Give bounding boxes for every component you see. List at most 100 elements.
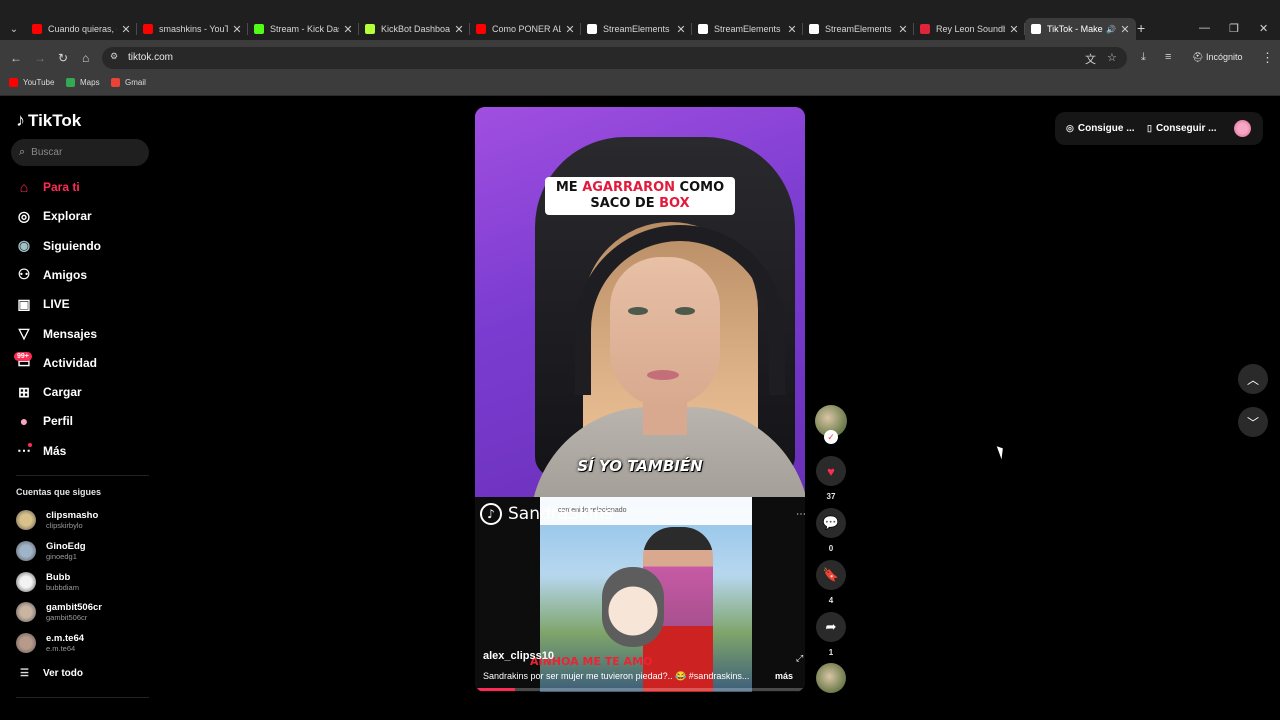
video-subject-face	[610, 257, 720, 407]
browser-tab[interactable]: Cuando quieras, o ✕	[26, 18, 137, 40]
sidebar-item-compass[interactable]: ◎ Explorar	[15, 205, 92, 227]
share-button[interactable]: ➦	[816, 612, 846, 642]
activity-badge: 99+	[14, 352, 32, 361]
following-section-title: Cuentas que sigues	[16, 487, 102, 497]
reload-icon[interactable]: ↻	[58, 51, 68, 65]
following-account[interactable]: Bubb bubbdiam	[16, 569, 79, 595]
browser-tab[interactable]: StreamElements - ✕	[581, 18, 692, 40]
download-icon[interactable]: ⤓	[1141, 51, 1146, 64]
forward-icon[interactable]: →	[34, 51, 46, 65]
description-more-link[interactable]: más	[775, 671, 793, 681]
video-player[interactable]: ME AGARRARON COMO SACO DE BOX SÍ YO TAMB…	[475, 107, 805, 692]
sidebar-item-messages[interactable]: ▽ Mensajes	[15, 323, 97, 345]
previous-video-button[interactable]: ︿	[1238, 364, 1268, 394]
browser-menu-icon[interactable]: ⋮	[1261, 50, 1274, 66]
kickbot-icon	[365, 24, 375, 34]
caption-part-4: SACO DE	[590, 196, 660, 211]
chevron-down-icon: ﹀	[1246, 415, 1259, 430]
save-count: 4	[828, 596, 834, 605]
tab-close-icon[interactable]: ✕	[1120, 23, 1130, 36]
sidebar-item-profile[interactable]: ● Perfil	[15, 410, 73, 432]
restore-icon[interactable]: ❐	[1229, 22, 1239, 35]
video-caption: ME AGARRARON COMO SACO DE BOX	[545, 177, 735, 215]
sidebar-item-friends[interactable]: ⚇ Amigos	[15, 264, 87, 286]
list-icon: ☰	[20, 668, 29, 679]
following-account[interactable]: e.m.te64 e.m.te64	[16, 630, 84, 656]
save-button[interactable]: 🔖	[816, 560, 846, 590]
bookmark-label: YouTube	[23, 78, 55, 87]
media-control-icon[interactable]: ≡	[1165, 51, 1171, 63]
tab-close-icon[interactable]: ✕	[1009, 23, 1019, 36]
music-disc-icon[interactable]	[816, 663, 846, 693]
browser-tab[interactable]: Como PONER ALE ✕	[470, 18, 581, 40]
tab-audio-icon[interactable]: 🔊	[1106, 25, 1116, 34]
translate-icon[interactable]: 文	[1085, 51, 1096, 67]
sidebar-item-live[interactable]: ▣ LIVE	[15, 293, 69, 315]
bookmark-youtube[interactable]: YouTube	[9, 78, 54, 87]
caption-part-2: AGARRARON	[582, 180, 676, 195]
browser-tab[interactable]: smashkins - YouT ✕	[137, 18, 248, 40]
account-handle: ginoedg1	[46, 551, 77, 561]
sidebar-item-home[interactable]: ⌂ Para ti	[15, 176, 80, 198]
tab-close-icon[interactable]: ✕	[565, 23, 575, 36]
tab-title: TikTok - Make	[1047, 24, 1103, 34]
site-info-icon[interactable]: ⚙	[110, 51, 122, 63]
sidebar-item-more[interactable]: ⋯ Más	[15, 440, 66, 462]
home-browser-icon[interactable]: ⌂	[82, 51, 89, 65]
bookmark-gmail[interactable]: Gmail	[111, 78, 146, 87]
browser-tab[interactable]: TikTok - Make 🔊 ✕	[1025, 18, 1136, 40]
sidebar-item-following[interactable]: ◉ Siguiendo	[15, 235, 101, 257]
browser-tab[interactable]: StreamElements - ✕	[692, 18, 803, 40]
account-handle: e.m.te64	[46, 644, 76, 654]
avatar	[16, 602, 36, 623]
back-icon[interactable]: ←	[10, 51, 22, 65]
search-icon: ⌕	[19, 146, 26, 158]
tab-close-icon[interactable]: ✕	[454, 23, 464, 36]
search-input[interactable]	[31, 147, 132, 158]
tab-close-icon[interactable]: ✕	[898, 23, 908, 36]
search-box[interactable]: ⌕	[11, 139, 149, 166]
following-account[interactable]: GinoEdg ginoedg1	[16, 538, 86, 564]
new-tab-button[interactable]: +	[1137, 20, 1145, 36]
tab-close-icon[interactable]: ✕	[232, 23, 242, 36]
account-name: clipsmasho	[46, 510, 99, 521]
bookmark-star-icon[interactable]: ☆	[1107, 51, 1117, 64]
video-options-icon[interactable]: ⋯	[796, 509, 805, 520]
tiktok-logo[interactable]: ♪ TikTok	[16, 110, 81, 131]
see-all-link[interactable]: ☰ Ver todo	[20, 668, 83, 679]
user-avatar[interactable]	[1234, 120, 1251, 137]
tab-close-icon[interactable]: ✕	[676, 23, 686, 36]
see-all-label: Ver todo	[42, 668, 83, 679]
comment-button[interactable]: 💬	[816, 508, 846, 538]
incognito-indicator[interactable]: ⛑ Incógnito	[1192, 52, 1242, 63]
get-coins-button[interactable]: ◎ Consigue ...	[1066, 123, 1135, 134]
omnibox[interactable]	[102, 47, 1127, 69]
followed-check-icon[interactable]: ✓	[824, 430, 838, 444]
following-icon: ◉	[17, 237, 31, 254]
sidebar-item-label: Mensajes	[43, 326, 98, 341]
browser-tab[interactable]: Rey Leon Soundb ✕	[914, 18, 1025, 40]
minimize-icon[interactable]: —	[1199, 22, 1210, 34]
get-app-button[interactable]: ▯ Conseguir ...	[1147, 123, 1217, 134]
following-account[interactable]: clipsmasho clipskirbylo	[16, 507, 98, 533]
bookmark-maps[interactable]: Maps	[66, 78, 100, 87]
sidebar-item-label: Más	[43, 443, 67, 458]
following-account[interactable]: gambit506cr gambit506cr	[16, 599, 102, 625]
window-close-icon[interactable]: ✕	[1259, 22, 1268, 35]
fullscreen-icon[interactable]: ⤢	[796, 653, 803, 664]
video-progress-bar[interactable]	[475, 688, 805, 691]
browser-tab[interactable]: Stream - Kick Das ✕	[248, 18, 359, 40]
video-author[interactable]: alex_clipss10	[483, 650, 554, 662]
like-button[interactable]: ♥	[816, 456, 846, 486]
tab-close-icon[interactable]: ✕	[787, 23, 797, 36]
bookmark-label: Maps	[80, 78, 100, 87]
tab-close-icon[interactable]: ✕	[343, 23, 353, 36]
sidebar-item-label: Cargar	[43, 385, 82, 400]
browser-tab[interactable]: StreamElements - ✕	[803, 18, 914, 40]
url-text[interactable]: tiktok.com	[128, 52, 173, 63]
browser-tab[interactable]: KickBot Dashboar ✕	[359, 18, 470, 40]
tab-search-icon[interactable]: ⌄	[6, 21, 22, 37]
tab-close-icon[interactable]: ✕	[121, 23, 131, 36]
next-video-button[interactable]: ﹀	[1238, 407, 1268, 437]
sidebar-item-upload[interactable]: ⊞ Cargar	[15, 381, 82, 403]
